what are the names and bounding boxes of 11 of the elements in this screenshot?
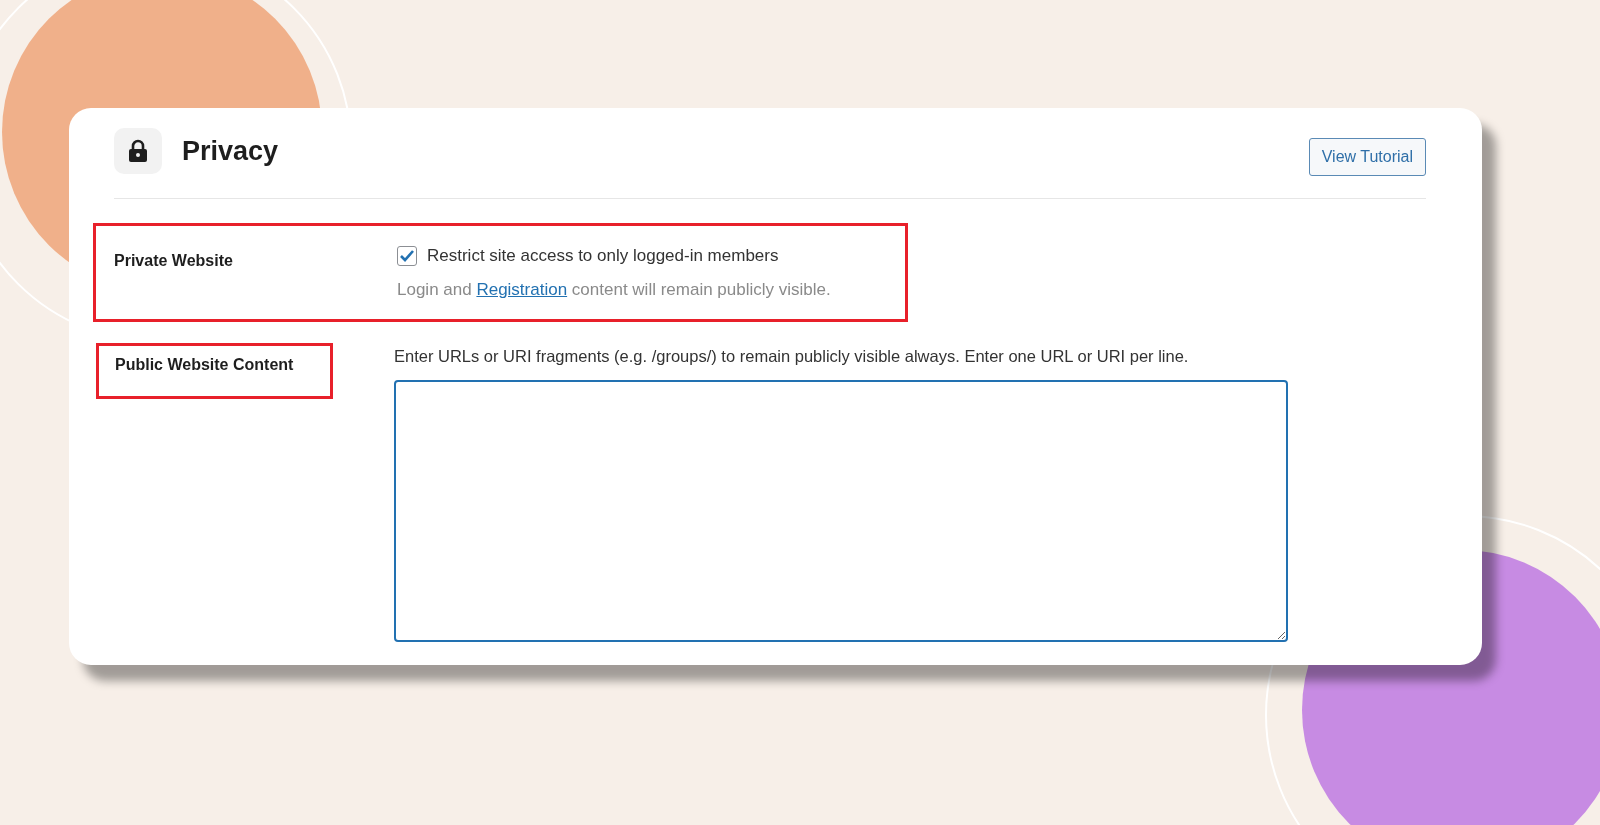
registration-link[interactable]: Registration (476, 280, 568, 299)
url-input-field[interactable] (394, 380, 1288, 642)
checkbox-label: Restrict site access to only logged-in members (427, 246, 779, 266)
setting-label: Private Website (114, 252, 234, 270)
help-text: Login and Registration content will remain publicly visible. (397, 280, 831, 300)
setting-label: Public Website Content (96, 343, 333, 399)
checkbox[interactable] (397, 246, 417, 266)
lock-icon (128, 139, 148, 163)
page-title: Privacy (182, 135, 279, 167)
field-description: Enter URLs or URI fragments (e.g. /groups/) to remain publicly visible always. Enter one URL or URI per line. (394, 347, 1190, 366)
view-tutorial-button[interactable]: View Tutorial (1308, 138, 1426, 176)
